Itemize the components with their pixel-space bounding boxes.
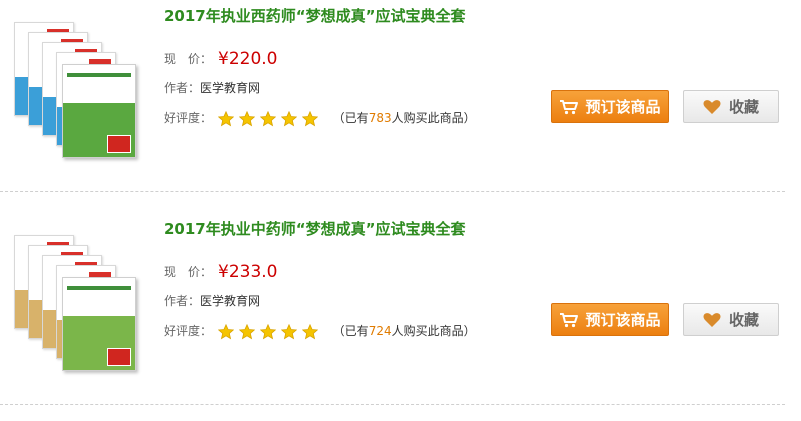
order-button[interactable]: 预订该商品 <box>551 303 669 336</box>
buyers-count: 724 <box>368 324 392 338</box>
author-name: 医学教育网 <box>200 81 261 95</box>
price-value: ¥233.0 <box>218 262 278 282</box>
product-item: 2017年执业西药师“梦想成真”应试宝典全套 现 价： ¥220.0 作者：医学教… <box>0 0 801 192</box>
product-item: 2017年执业中药师“梦想成真”应试宝典全套 现 价： ¥233.0 作者：医学教… <box>0 213 801 405</box>
author-label: 作者： <box>164 81 201 95</box>
favorite-button-label: 收藏 <box>728 311 759 329</box>
heart-icon <box>703 99 721 115</box>
star-icon <box>217 111 234 127</box>
buyers-count: 783 <box>368 111 392 125</box>
product-cover-image[interactable] <box>12 231 136 371</box>
product-cover-image[interactable] <box>12 18 136 158</box>
rating-row: 好评度： （已有724人购买此商品） <box>164 322 476 341</box>
star-icon <box>259 324 276 340</box>
buyers-text: （已有783人购买此商品） <box>333 111 476 125</box>
author-row: 作者：医学教育网 <box>164 292 260 310</box>
order-button[interactable]: 预订该商品 <box>551 90 669 123</box>
favorite-button[interactable]: 收藏 <box>683 303 779 336</box>
divider <box>0 191 785 192</box>
order-button-label: 预订该商品 <box>585 311 661 329</box>
author-row: 作者：医学教育网 <box>164 79 260 97</box>
divider <box>0 404 785 405</box>
buyers-text: （已有724人购买此商品） <box>333 324 476 338</box>
author-label: 作者： <box>164 294 201 308</box>
star-icon <box>280 324 297 340</box>
rating-row: 好评度： （已有783人购买此商品） <box>164 109 476 128</box>
price-row: 现 价： ¥233.0 <box>164 263 277 281</box>
buyers-suffix: 人购买此商品） <box>391 111 476 125</box>
rating-stars <box>217 110 323 128</box>
price-label: 现 价： <box>164 265 213 279</box>
product-title-link[interactable]: 2017年执业中药师“梦想成真”应试宝典全套 <box>164 218 465 239</box>
book-front-cover <box>62 277 136 371</box>
author-name: 医学教育网 <box>200 294 261 308</box>
price-row: 现 价： ¥220.0 <box>164 50 277 68</box>
cart-icon <box>559 312 579 328</box>
rating-stars <box>217 323 323 341</box>
star-icon <box>301 324 318 340</box>
star-icon <box>238 324 255 340</box>
buyers-prefix: （已有 <box>332 324 369 338</box>
price-label: 现 价： <box>164 52 213 66</box>
order-button-label: 预订该商品 <box>585 98 661 116</box>
cart-icon <box>559 99 579 115</box>
product-title-link[interactable]: 2017年执业西药师“梦想成真”应试宝典全套 <box>164 5 465 26</box>
rating-label: 好评度： <box>164 324 213 338</box>
book-front-cover <box>62 64 136 158</box>
product-list: 2017年执业西药师“梦想成真”应试宝典全套 现 价： ¥220.0 作者：医学教… <box>0 0 801 421</box>
star-icon <box>301 111 318 127</box>
buyers-suffix: 人购买此商品） <box>391 324 476 338</box>
favorite-button-label: 收藏 <box>728 98 759 116</box>
buyers-prefix: （已有 <box>332 111 369 125</box>
star-icon <box>280 111 297 127</box>
star-icon <box>238 111 255 127</box>
heart-icon <box>703 312 721 328</box>
price-value: ¥220.0 <box>218 49 278 69</box>
rating-label: 好评度： <box>164 111 213 125</box>
favorite-button[interactable]: 收藏 <box>683 90 779 123</box>
star-icon <box>259 111 276 127</box>
star-icon <box>217 324 234 340</box>
